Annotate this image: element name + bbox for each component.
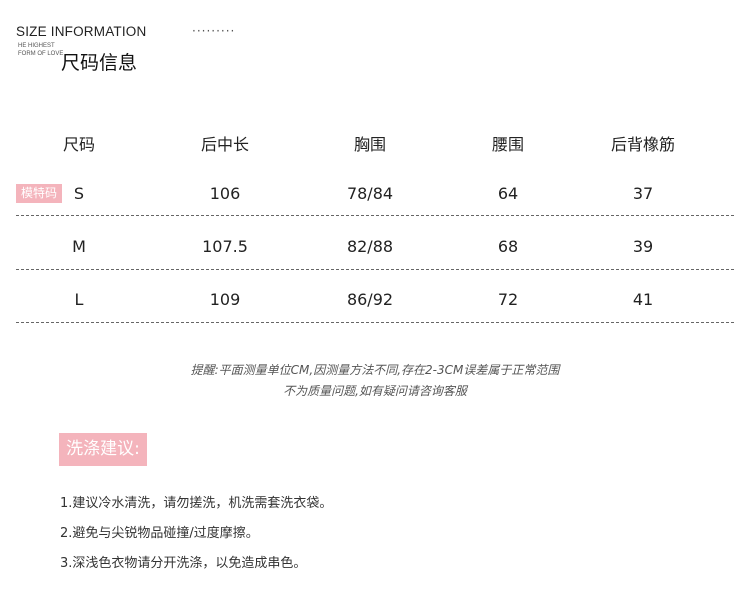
header-title-cn: 尺码信息: [61, 52, 138, 74]
washing-title: 洗涤建议:: [59, 433, 147, 466]
table-cell-waist: 64: [497, 184, 519, 203]
column-header-waist: 腰围: [491, 135, 525, 154]
measurement-note-line-2: 不为质量问题,如有疑问请咨询客服: [283, 384, 467, 398]
table-cell-chest: 78/84: [346, 184, 394, 203]
table-cell-size: M: [72, 237, 86, 256]
row-divider: [16, 322, 734, 323]
washing-item-2: 2.避免与尖锐物品碰撞/过度摩擦。: [60, 526, 259, 541]
row-divider: [16, 269, 734, 270]
column-header-back-length: 后中长: [200, 135, 250, 154]
table-cell-back-length: 106: [209, 184, 241, 203]
measurement-note-line-1: 提醒:平面测量单位CM,因测量方法不同,存在2-3CM误差属于正常范围: [190, 363, 560, 377]
column-header-size: 尺码: [62, 135, 96, 154]
table-cell-back-length: 109: [209, 290, 241, 309]
header-small-line-2: FORM OF LOVE: [18, 50, 64, 57]
washing-item-3: 3.深浅色衣物请分开洗涤，以免造成串色。: [60, 556, 307, 571]
table-cell-waist: 72: [497, 290, 519, 309]
column-header-chest: 胸围: [353, 135, 387, 154]
table-cell-chest: 82/88: [346, 237, 394, 256]
header-small-text: HE HIGHEST FORM OF LOVE: [18, 43, 63, 58]
table-cell-size: L: [74, 290, 84, 309]
header-small-line-1: HE HIGHEST: [18, 43, 55, 49]
table-cell-waist: 68: [497, 237, 519, 256]
row-divider: [16, 215, 734, 216]
header-dots: ·········: [192, 24, 236, 38]
table-cell-back-length: 107.5: [202, 237, 248, 256]
column-header-back-elastic: 后背橡筋: [610, 135, 676, 154]
table-cell-back-elastic: 41: [632, 290, 654, 309]
table-cell-back-elastic: 39: [632, 237, 654, 256]
header-title-en: SIZE INFORMATION: [16, 24, 147, 39]
table-cell-chest: 86/92: [346, 290, 394, 309]
washing-item-1: 1.建议冷水清洗，请勿搓洗，机洗需套洗衣袋。: [60, 496, 333, 511]
model-size-tag: 模特码: [16, 184, 62, 203]
table-cell-size: S: [73, 184, 85, 203]
table-cell-back-elastic: 37: [632, 184, 654, 203]
